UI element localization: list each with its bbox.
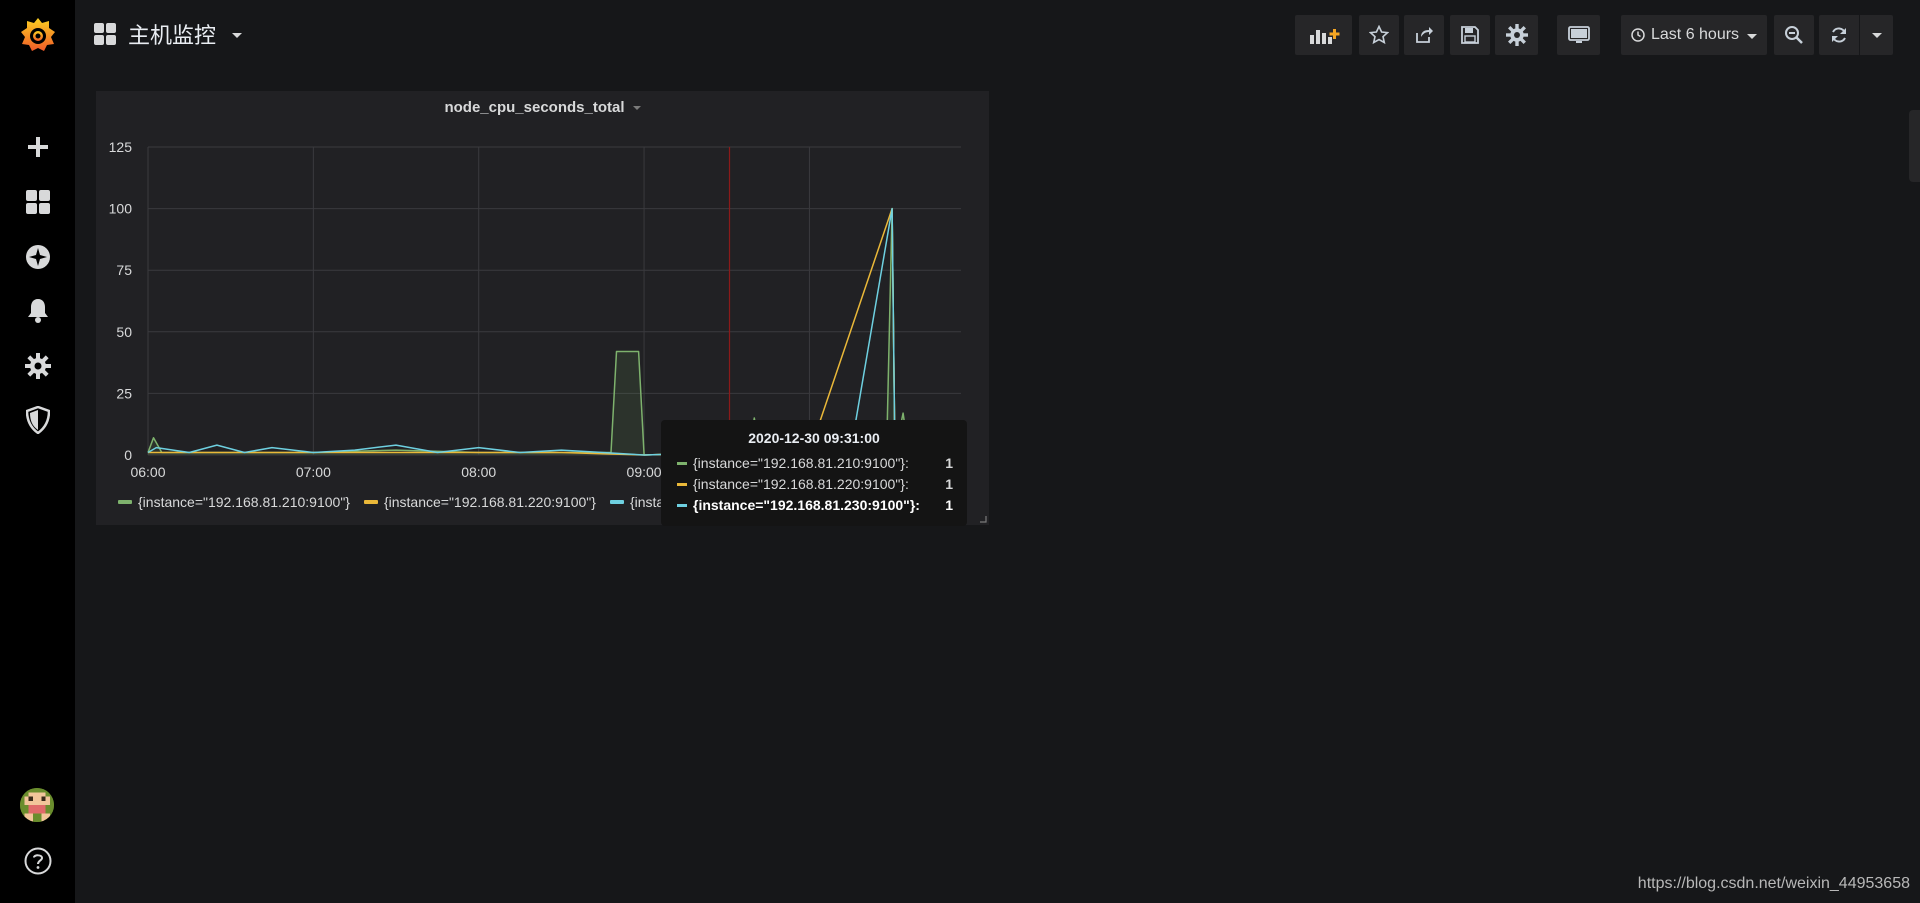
time-range-label: Last 6 hours — [1651, 26, 1740, 43]
zoom-out-icon — [1785, 26, 1803, 44]
tooltip-value: 1 — [945, 455, 953, 471]
tooltip-swatch — [677, 461, 687, 465]
save-icon — [1461, 26, 1479, 44]
tooltip-swatch — [677, 503, 687, 507]
graph-tooltip: 2020-12-30 09:31:00 {instance="192.168.8… — [661, 420, 967, 526]
star-icon — [1369, 25, 1389, 45]
grafana-logo-svg — [20, 18, 55, 51]
save-button[interactable] — [1450, 15, 1490, 55]
share-button[interactable] — [1404, 15, 1444, 55]
legend-label: {instance="192.168.81.210:9100"} — [138, 494, 350, 510]
y-tick-label: 125 — [109, 139, 133, 155]
chevron-down-icon — [1747, 34, 1758, 39]
grafana-logo-icon[interactable] — [0, 10, 75, 60]
tooltip-label: {instance="192.168.81.210:9100"}: — [693, 455, 909, 471]
gear-icon[interactable] — [0, 343, 75, 389]
gear-icon — [1505, 24, 1528, 46]
settings-button[interactable] — [1495, 15, 1538, 55]
refresh-button[interactable] — [1819, 15, 1859, 55]
compass-icon[interactable] — [0, 234, 75, 280]
clock-icon — [1631, 28, 1645, 42]
side-scroll-widget[interactable] — [1909, 110, 1920, 182]
time-picker-button[interactable]: Last 6 hours — [1621, 15, 1767, 55]
dashboard-title: 主机监控 — [128, 23, 217, 48]
add-panel-button[interactable] — [1295, 15, 1352, 55]
legend-swatch — [609, 500, 624, 504]
tv-mode-button[interactable] — [1557, 15, 1600, 55]
legend-swatch — [363, 500, 378, 504]
legend-swatch — [118, 500, 132, 504]
x-tick-label: 07:00 — [296, 464, 331, 480]
star-button[interactable] — [1359, 15, 1399, 55]
tooltip-value: 1 — [945, 497, 953, 513]
sidebar — [0, 0, 75, 903]
chevron-down-icon — [232, 33, 243, 38]
bell-icon[interactable] — [0, 288, 75, 334]
refresh-interval-button[interactable] — [1860, 15, 1893, 55]
dashboard-title-button[interactable]: 主机监控 — [94, 18, 243, 50]
tooltip-row: {instance="192.168.81.210:9100"}: 1 — [677, 454, 953, 472]
zoom-out-button[interactable] — [1774, 15, 1814, 55]
refresh-icon — [1832, 27, 1846, 43]
y-tick-label: 75 — [116, 262, 132, 278]
y-tick-label: 25 — [116, 385, 132, 401]
tooltip-value: 1 — [945, 476, 953, 492]
chevron-down-icon — [1871, 32, 1882, 38]
grid-icon[interactable] — [0, 179, 75, 225]
add-panel-icon — [1309, 29, 1339, 44]
share-icon — [1416, 27, 1433, 43]
tooltip-swatch — [677, 482, 687, 486]
legend: {instance="192.168.81.210:9100"} {instan… — [118, 494, 678, 510]
tooltip-time: 2020-12-30 09:31:00 — [748, 430, 880, 446]
tooltip-row: {instance="192.168.81.220:9100"}: 1 — [677, 475, 953, 493]
dashboard-grid-icon — [94, 23, 116, 45]
x-tick-label: 06:00 — [130, 464, 165, 480]
y-tick-label: 100 — [109, 201, 133, 217]
resize-handle-icon[interactable] — [979, 515, 987, 523]
plus-icon[interactable] — [0, 124, 75, 170]
x-tick-label: 08:00 — [461, 464, 496, 480]
legend-item[interactable]: {instance="192.168.81.210:9100"} — [118, 494, 350, 510]
shield-icon[interactable] — [0, 397, 75, 443]
legend-label: {instance="192.168.81.220:9100"} — [383, 494, 596, 510]
avatar[interactable] — [20, 788, 54, 822]
y-tick-label: 0 — [124, 447, 132, 463]
x-tick-label: 09:00 — [627, 464, 662, 480]
tooltip-row: {instance="192.168.81.230:9100"}: 1 — [677, 496, 953, 514]
help-icon[interactable] — [0, 838, 75, 884]
legend-item[interactable]: {instance="192.168.81.220:9100"} — [363, 494, 596, 510]
y-tick-label: 50 — [116, 324, 132, 340]
tooltip-label: {instance="192.168.81.230:9100"}: — [693, 497, 920, 513]
monitor-icon — [1567, 26, 1590, 43]
tooltip-label: {instance="192.168.81.220:9100"}: — [693, 476, 909, 492]
watermark: https://blog.csdn.net/weixin_44953658 — [1637, 875, 1910, 892]
